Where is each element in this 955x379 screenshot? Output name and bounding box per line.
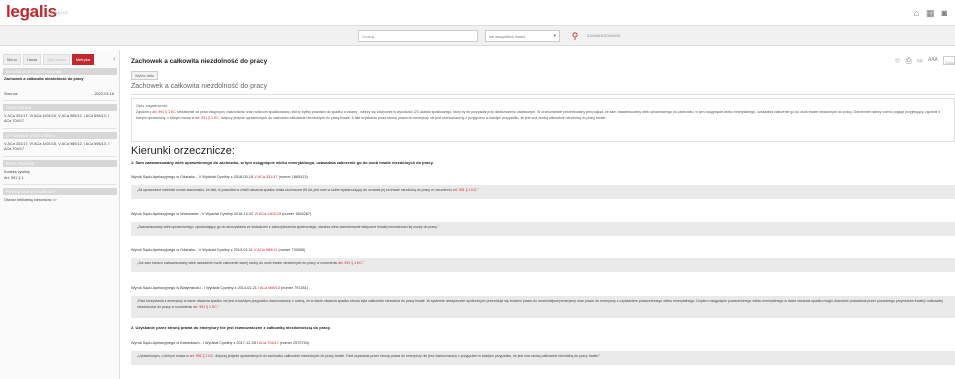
- search-scope-value: we wszystkich treści: [489, 34, 526, 39]
- quote-text: .”: [361, 261, 365, 265]
- grid-icon[interactable]: ▦: [926, 8, 935, 18]
- section-dokumenty[interactable]: POWIĄZANE DOKUMENTY: [3, 188, 117, 195]
- judgment-ref-5: Wyrok Sądu Apelacyjnego w Katowicach - I…: [131, 341, 955, 346]
- judgment-text: Wyrok Sądu Apelacyjnego w Gdańsku - V Wy…: [131, 248, 254, 252]
- chevron-down-icon: ▾: [553, 33, 556, 39]
- issue-text-part: Zgodnie z: [136, 110, 153, 114]
- quote-text: „Za uprawnione należało uznać stanowisko…: [137, 188, 453, 192]
- case-link[interactable]: I ACa 698/13: [258, 286, 280, 290]
- akty-item-1[interactable]: Kodeks cywilny: [4, 170, 116, 175]
- advanced-search-link[interactable]: ZAAWANSOWANE: [587, 34, 621, 38]
- judgment-text: (numer 1564287): [281, 212, 312, 216]
- logo-subtitle: LEGALIS: [48, 10, 69, 15]
- search-bar: Szukaj... we wszystkich treści ▾ ⚲ ZAAWA…: [0, 26, 955, 46]
- article-link[interactable]: art. 991 § 1 KC: [338, 261, 362, 265]
- kierunki-heading: Kierunki orzecznicze:: [131, 145, 235, 157]
- quote-4: „Fakt korzystania z emerytury w dacie ot…: [131, 296, 955, 318]
- search-scope-select[interactable]: we wszystkich treści ▾: [485, 30, 560, 42]
- quote-text: „Zaawansowany wiek uprawnionego, uprawni…: [137, 225, 439, 229]
- tab-metryka[interactable]: Metryka: [71, 54, 94, 65]
- judgment-text: (numer 732655): [277, 248, 306, 252]
- judgment-text: (numer 1865413): [277, 175, 308, 179]
- font-size-control[interactable]: AAA: [928, 56, 938, 65]
- tab-menu[interactable]: Menu: [3, 54, 22, 65]
- article-link[interactable]: art. 991 § 1 KC: [195, 116, 219, 120]
- metryka-date: Stan na: 2022-03-16: [4, 92, 116, 97]
- case-link[interactable]: V ACa 989/12: [254, 248, 277, 252]
- dokumenty-link[interactable]: Otwórz bibliotekę kierunków >>: [4, 198, 116, 203]
- judgment-text: Wyrok Sądu Apelacyjnego w Warszawie - V …: [131, 212, 255, 216]
- quote-5: „Uprawnionym, o którym mowa w art. 991 §…: [131, 351, 955, 365]
- orzeczenia-list[interactable]: V ACa 331/17, VI ACa 1401/15, V ACa 989/…: [4, 114, 116, 124]
- user-icon[interactable]: ◙: [942, 8, 947, 18]
- quote-text: „Uprawnionym, o którym mowa w: [137, 354, 190, 358]
- search-input[interactable]: Szukaj...: [358, 30, 478, 42]
- article-link[interactable]: art. 991 § 1 KC: [152, 110, 176, 114]
- collapse-sidebar-icon[interactable]: ‹: [113, 55, 116, 63]
- section-cytowane[interactable]: CYTOWANE ORZECZENIA: [3, 132, 117, 139]
- judgment-ref-4: Wyrok Sądu Apelacyjnego w Białymstoku - …: [131, 286, 955, 291]
- akty-item-2[interactable]: Art. 991 § 1: [4, 176, 116, 181]
- case-link[interactable]: I ACa 704/17: [257, 341, 279, 345]
- article-link[interactable]: art. 991 § 1 KC: [190, 354, 214, 358]
- issue-description-box: Opis zagadnienia: Zgodnie z art. 991 § 1…: [131, 98, 955, 142]
- judgment-ref-3: Wyrok Sądu Apelacyjnego w Gdańsku - V Wy…: [131, 248, 955, 253]
- cytowane-list[interactable]: V ACa 331/17, VI ACa 1401/15, V ACa 989/…: [4, 142, 116, 152]
- section-akty[interactable]: AKTY PRAWNE: [3, 160, 117, 167]
- print-icon[interactable]: ⎙: [906, 56, 912, 65]
- divider: [3, 184, 117, 185]
- quote-3: „Już sam bardzo zaawansowany wiek uzasad…: [131, 258, 955, 272]
- export-icon[interactable]: ⇨: [917, 56, 923, 65]
- issue-text: Zgodnie z art. 991 § 1 KC niezależnie od…: [136, 110, 950, 121]
- section-orzeczenia[interactable]: ORZECZENIA: [3, 104, 117, 111]
- article-link[interactable]: art. 991 § 1 KC: [193, 305, 217, 309]
- date-value: 2022-03-16: [94, 92, 114, 96]
- judgment-ref-2: Wyrok Sądu Apelacyjnego w Warszawie - V …: [131, 212, 955, 217]
- search-icon[interactable]: ⚲: [568, 29, 582, 43]
- sidebar-tabs: Menu Hasła Spis treści Metryka: [3, 54, 94, 65]
- tab-hasla[interactable]: Hasła: [23, 54, 42, 65]
- star-icon[interactable]: ☆: [894, 56, 901, 65]
- header-icons: ⌂ ▦ ◙: [914, 8, 947, 18]
- case-link[interactable]: V ACa 331/17: [254, 175, 277, 179]
- quote-2: „Zaawansowany wiek uprawnionego, uprawni…: [131, 222, 955, 236]
- sidebar: Menu Hasła Spis treści Metryka ‹ INFORMA…: [0, 50, 120, 379]
- issue-text-part: , dotyczy jedynie uprawnionych do zachow…: [218, 115, 607, 120]
- divider: [3, 100, 117, 101]
- judgment-text: (numer 2570754): [278, 341, 310, 345]
- main-content: Zachowek a całkowita niezdolność do prac…: [121, 50, 955, 379]
- section-info[interactable]: INFORMACJE PODSTAWOWE: [3, 68, 117, 75]
- tab-spis-tresci[interactable]: Spis treści: [43, 54, 70, 65]
- judgment-text: (numer 797281): [279, 286, 309, 290]
- article-link[interactable]: art. 991 § 1 KC: [453, 188, 477, 192]
- top-header: legalis LEGALIS ⌂ ▦ ◙: [0, 0, 955, 26]
- quote-1: „Za uprawnione należało uznać stanowisko…: [131, 185, 955, 199]
- document-subtitle: Zachowek a całkowita niezdolność do prac…: [131, 83, 268, 90]
- judgment-ref-1: Wyrok Sądu Apelacyjnego w Gdańsku - V Wy…: [131, 175, 955, 180]
- tab-wybor-aktu[interactable]: Wybór aktu: [131, 71, 159, 80]
- thesis-1: 1. Sam zaawansowany wiek uprawnionego do…: [131, 160, 434, 165]
- quote-text: „Już sam bardzo zaawansowany wiek uzasad…: [137, 261, 339, 265]
- quote-text: .”: [216, 304, 219, 309]
- judgment-text: Wyrok Sądu Apelacyjnego w Katowicach - I…: [131, 341, 257, 345]
- quote-text: , dotyczy jedynie uprawnionych do zachow…: [213, 354, 601, 358]
- quote-text: „Fakt korzystania z emerytury w dacie ot…: [137, 299, 943, 309]
- divider: [3, 128, 117, 129]
- case-link[interactable]: VI ACa 1401/15: [254, 212, 281, 216]
- divider: [131, 94, 955, 95]
- metryka-title: Zachowek a całkowita niezdolność do prac…: [4, 77, 84, 81]
- app-window: legalis LEGALIS ⌂ ▦ ◙ Szukaj... we wszys…: [0, 0, 955, 379]
- judgment-text: Wyrok Sądu Apelacyjnego w Białymstoku - …: [131, 286, 258, 290]
- home-icon[interactable]: ⌂: [914, 8, 919, 18]
- document-title: Zachowek a całkowita niezdolność do prac…: [131, 58, 268, 65]
- judgment-text: Wyrok Sądu Apelacyjnego w Gdańsku - V Wy…: [131, 175, 255, 179]
- quote-text: .”: [476, 188, 479, 192]
- document-search-input[interactable]: Szukaj: [943, 56, 955, 65]
- divider: [3, 156, 117, 157]
- date-label: Stan na:: [4, 92, 19, 96]
- document-toolbar: ☆ ⎙ ⇨ AAA Szukaj: [894, 56, 955, 65]
- issue-heading: Opis zagadnienia:: [136, 103, 169, 108]
- thesis-2: 2. Uzyskanie przez stronę prawa do emery…: [131, 325, 331, 330]
